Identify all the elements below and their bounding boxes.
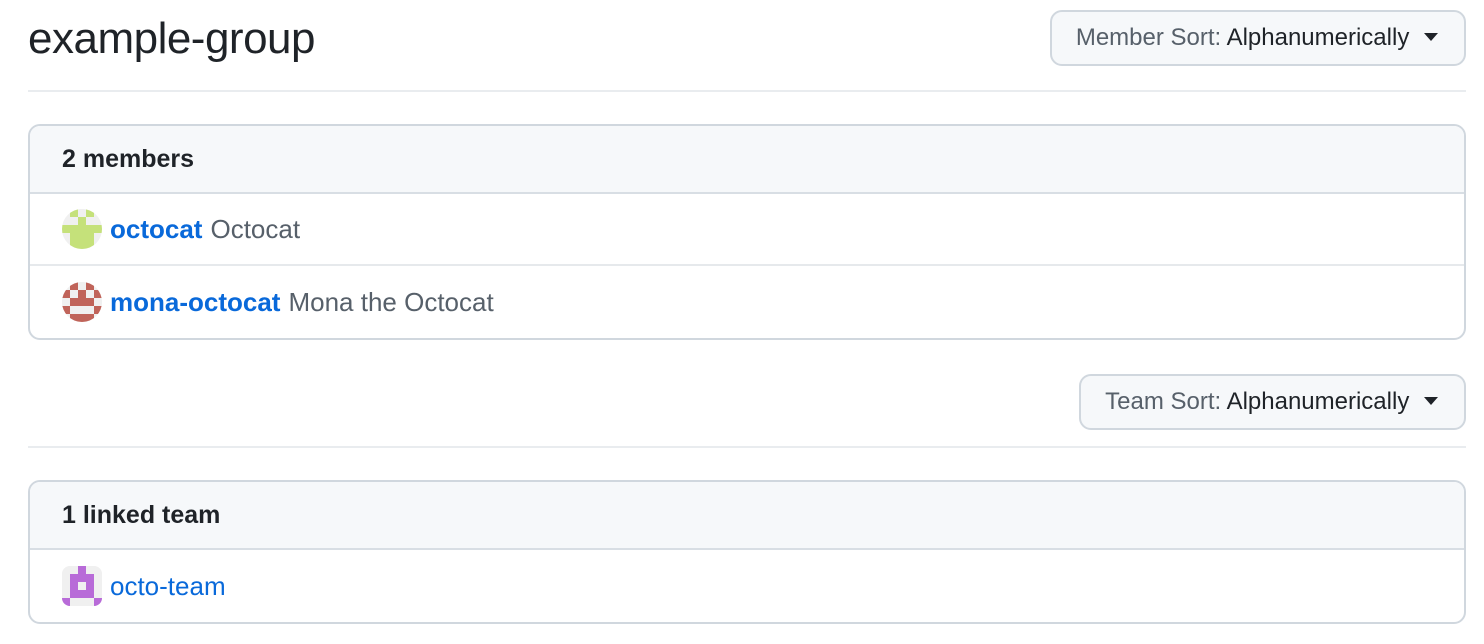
team-avatar-icon[interactable]: [62, 566, 102, 606]
member-sort-button[interactable]: Member Sort: Alphanumerically: [1049, 10, 1466, 66]
team-sort-value: Alphanumerically: [1226, 388, 1410, 415]
avatar-icon[interactable]: [62, 282, 102, 322]
caret-down-icon: [1424, 397, 1438, 406]
member-full-name: Octocat: [210, 213, 301, 244]
linked-teams-box: 1 linked team octo-team: [28, 480, 1466, 624]
member-row: mona-octocat Mona the Octocat: [30, 266, 1464, 338]
caret-down-icon: [1424, 33, 1438, 42]
members-count-header: 2 members: [30, 126, 1464, 194]
member-full-name: Mona the Octocat: [288, 286, 494, 317]
team-sort-bar: Team Sort: Alphanumerically: [28, 360, 1466, 448]
member-login-link[interactable]: octocat: [110, 214, 202, 245]
members-box: 2 members octocat Octocat mona-octocat M…: [28, 124, 1466, 340]
member-row: octocat Octocat: [30, 194, 1464, 266]
team-name-link[interactable]: octo-team: [110, 571, 226, 602]
team-row: octo-team: [30, 550, 1464, 622]
group-page: example-group Member Sort: Alphanumerica…: [0, 0, 1484, 644]
member-sort-label: Member Sort:: [1075, 24, 1222, 51]
linked-teams-count-header: 1 linked team: [30, 482, 1464, 550]
avatar-icon[interactable]: [62, 209, 102, 249]
page-title: example-group: [28, 14, 316, 63]
group-header: example-group Member Sort: Alphanumerica…: [28, 0, 1466, 92]
team-sort-button[interactable]: Team Sort: Alphanumerically: [1079, 374, 1466, 430]
member-login-link[interactable]: mona-octocat: [110, 287, 280, 318]
member-sort-value: Alphanumerically: [1226, 24, 1410, 51]
team-sort-label: Team Sort:: [1105, 388, 1222, 415]
